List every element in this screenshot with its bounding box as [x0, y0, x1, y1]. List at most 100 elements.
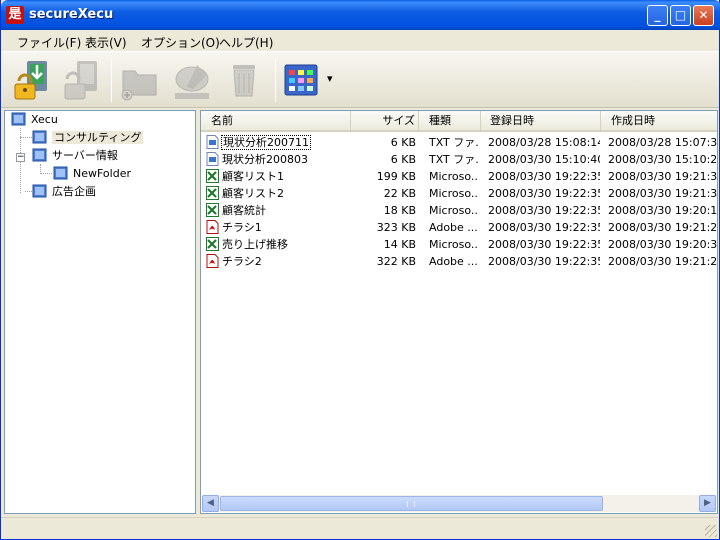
cell-size: 6 KB	[390, 136, 416, 149]
cell-created: 2008/03/30 19:21:21	[608, 255, 717, 268]
cell-name[interactable]: チラシ1	[206, 219, 351, 236]
cell-name[interactable]: 顧客統計	[206, 202, 351, 219]
tree-item-newfolder[interactable]: NewFolder	[53, 166, 131, 182]
cell-name[interactable]: 売り上げ推移	[206, 236, 351, 253]
lock-import-icon[interactable]	[9, 57, 55, 103]
folder-tree: Xecu コンサルティング − サーバー情報 NewFolder 広告企画	[4, 110, 196, 514]
excel-file-icon	[206, 169, 219, 183]
cell-size: 6 KB	[390, 153, 416, 166]
cell-type: TXT ファ...	[429, 153, 479, 166]
tree-item-ad-planning[interactable]: 広告企画	[32, 184, 96, 200]
column-header-registered[interactable]: 登録日時	[481, 111, 601, 130]
toolbar: ▾	[1, 52, 719, 108]
trash-icon[interactable]	[221, 57, 267, 103]
cell-registered: 2008/03/28 15:08:14	[488, 136, 600, 149]
collapse-toggle[interactable]: −	[16, 153, 25, 162]
cell-registered: 2008/03/30 19:22:35	[488, 238, 600, 251]
cell-size: 22 KB	[383, 187, 416, 200]
file-name: チラシ2	[222, 255, 262, 268]
maximize-button[interactable]: □	[670, 5, 691, 26]
table-row[interactable]: 売り上げ推移 14 KB Microso... 2008/03/30 19:22:35…	[201, 236, 717, 253]
unlock-export-icon[interactable]	[59, 57, 105, 103]
cell-registered: 2008/03/30 19:22:35	[488, 221, 600, 234]
cell-size: 199 KB	[376, 170, 416, 183]
file-name: 顧客統計	[222, 204, 266, 217]
resize-grip[interactable]	[705, 525, 717, 537]
cell-registered: 2008/03/30 19:22:35	[488, 255, 600, 268]
cell-name[interactable]: 顧客リスト1	[206, 168, 351, 185]
cell-created: 2008/03/30 19:21:33	[608, 187, 717, 200]
excel-file-icon	[206, 237, 219, 251]
cell-created: 2008/03/30 19:21:21	[608, 221, 717, 234]
tree-item-server-info[interactable]: サーバー情報	[32, 148, 118, 164]
column-header-created[interactable]: 作成日時	[601, 111, 717, 130]
tree-item-consulting[interactable]: コンサルティング	[32, 130, 144, 146]
minimize-button[interactable]: _	[647, 5, 668, 26]
cell-name[interactable]: 顧客リスト2	[206, 185, 351, 202]
menu-file[interactable]: ファイル(F)	[17, 34, 81, 51]
column-header-name[interactable]: 名前	[201, 111, 351, 130]
pdf-file-icon	[206, 254, 219, 268]
folder-icon	[11, 112, 27, 126]
pdf-file-icon	[206, 220, 219, 234]
table-row[interactable]: チラシ2 322 KB Adobe ... 2008/03/30 19:22:35 20…	[201, 253, 717, 270]
folder-icon	[32, 184, 48, 198]
cell-name[interactable]: チラシ2	[206, 253, 351, 270]
cell-size: 323 KB	[376, 221, 416, 234]
column-header-type[interactable]: 種類	[419, 111, 481, 130]
close-button[interactable]: ✕	[693, 5, 714, 26]
app-window: 是 secureXecu _ □ ✕ ファイル(F) 表示(V) オプション(O…	[0, 0, 720, 540]
new-folder-icon[interactable]	[117, 57, 163, 103]
cell-type: Microso...	[429, 187, 479, 200]
file-list: 名前 サイズ 種類 登録日時 作成日時 現状分析200711 6 KB TXT ファ…	[200, 110, 718, 514]
view-icon[interactable]	[281, 57, 327, 103]
scroll-left-button[interactable]: ◀	[202, 495, 219, 512]
table-row[interactable]: 現状分析200711 6 KB TXT ファ... 2008/03/28 15:08:…	[201, 134, 717, 151]
toolbar-separator	[275, 58, 276, 102]
table-row[interactable]: 顧客リスト2 22 KB Microso... 2008/03/30 19:22:35…	[201, 185, 717, 202]
scroll-right-button[interactable]: ▶	[699, 495, 716, 512]
folder-icon	[53, 166, 69, 180]
tree-label: NewFolder	[73, 167, 131, 180]
cell-created: 2008/03/30 15:10:24	[608, 153, 717, 166]
title-bar[interactable]: 是 secureXecu _ □ ✕	[1, 0, 720, 30]
cell-type: Microso...	[429, 238, 479, 251]
cell-type: Adobe ...	[429, 255, 478, 268]
excel-file-icon	[206, 203, 219, 217]
window-title: secureXecu	[29, 7, 114, 22]
cell-created: 2008/03/30 19:21:33	[608, 170, 717, 183]
app-icon[interactable]: 是	[6, 6, 24, 24]
file-name: 顧客リスト1	[222, 170, 284, 183]
table-row[interactable]: 現状分析200803 6 KB TXT ファ... 2008/03/30 15:10:…	[201, 151, 717, 168]
file-name: チラシ1	[222, 221, 262, 234]
table-row[interactable]: チラシ1 323 KB Adobe ... 2008/03/30 19:22:35 20…	[201, 219, 717, 236]
file-name: 顧客リスト2	[222, 187, 284, 200]
column-header-size[interactable]: サイズ	[351, 111, 419, 130]
cell-size: 18 KB	[383, 204, 416, 217]
cell-registered: 2008/03/30 19:22:35	[488, 170, 600, 183]
cell-name[interactable]: 現状分析200803	[206, 151, 351, 168]
tree-item-root[interactable]: Xecu	[11, 112, 58, 128]
table-row[interactable]: 顧客統計 18 KB Microso... 2008/03/30 19:22:35 20…	[201, 202, 717, 219]
scroll-thumb[interactable]	[220, 496, 603, 511]
cell-type: Adobe ...	[429, 221, 478, 234]
view-dropdown-arrow[interactable]: ▾	[327, 72, 333, 85]
cell-created: 2008/03/30 19:20:10	[608, 204, 717, 217]
edit-icon[interactable]	[169, 57, 215, 103]
tree-label: Xecu	[31, 113, 58, 126]
txt-file-icon	[206, 135, 219, 149]
file-name: 現状分析200803	[222, 153, 308, 166]
horizontal-scrollbar[interactable]: ◀ ▶	[202, 495, 716, 512]
tree-label: コンサルティング	[52, 131, 144, 144]
menu-options[interactable]: オプション(O)	[141, 34, 220, 51]
table-row[interactable]: 顧客リスト1 199 KB Microso... 2008/03/30 19:22:3…	[201, 168, 717, 185]
cell-registered: 2008/03/30 19:22:35	[488, 204, 600, 217]
cell-created: 2008/03/28 15:07:38	[608, 136, 717, 149]
cell-size: 322 KB	[376, 255, 416, 268]
txt-file-icon	[206, 152, 219, 166]
tree-label: 広告企画	[52, 185, 96, 198]
list-header: 名前 サイズ 種類 登録日時 作成日時	[201, 111, 717, 132]
menu-view[interactable]: 表示(V)	[85, 34, 127, 51]
menu-help[interactable]: ヘルプ(H)	[219, 34, 273, 51]
cell-name[interactable]: 現状分析200711	[206, 134, 351, 151]
